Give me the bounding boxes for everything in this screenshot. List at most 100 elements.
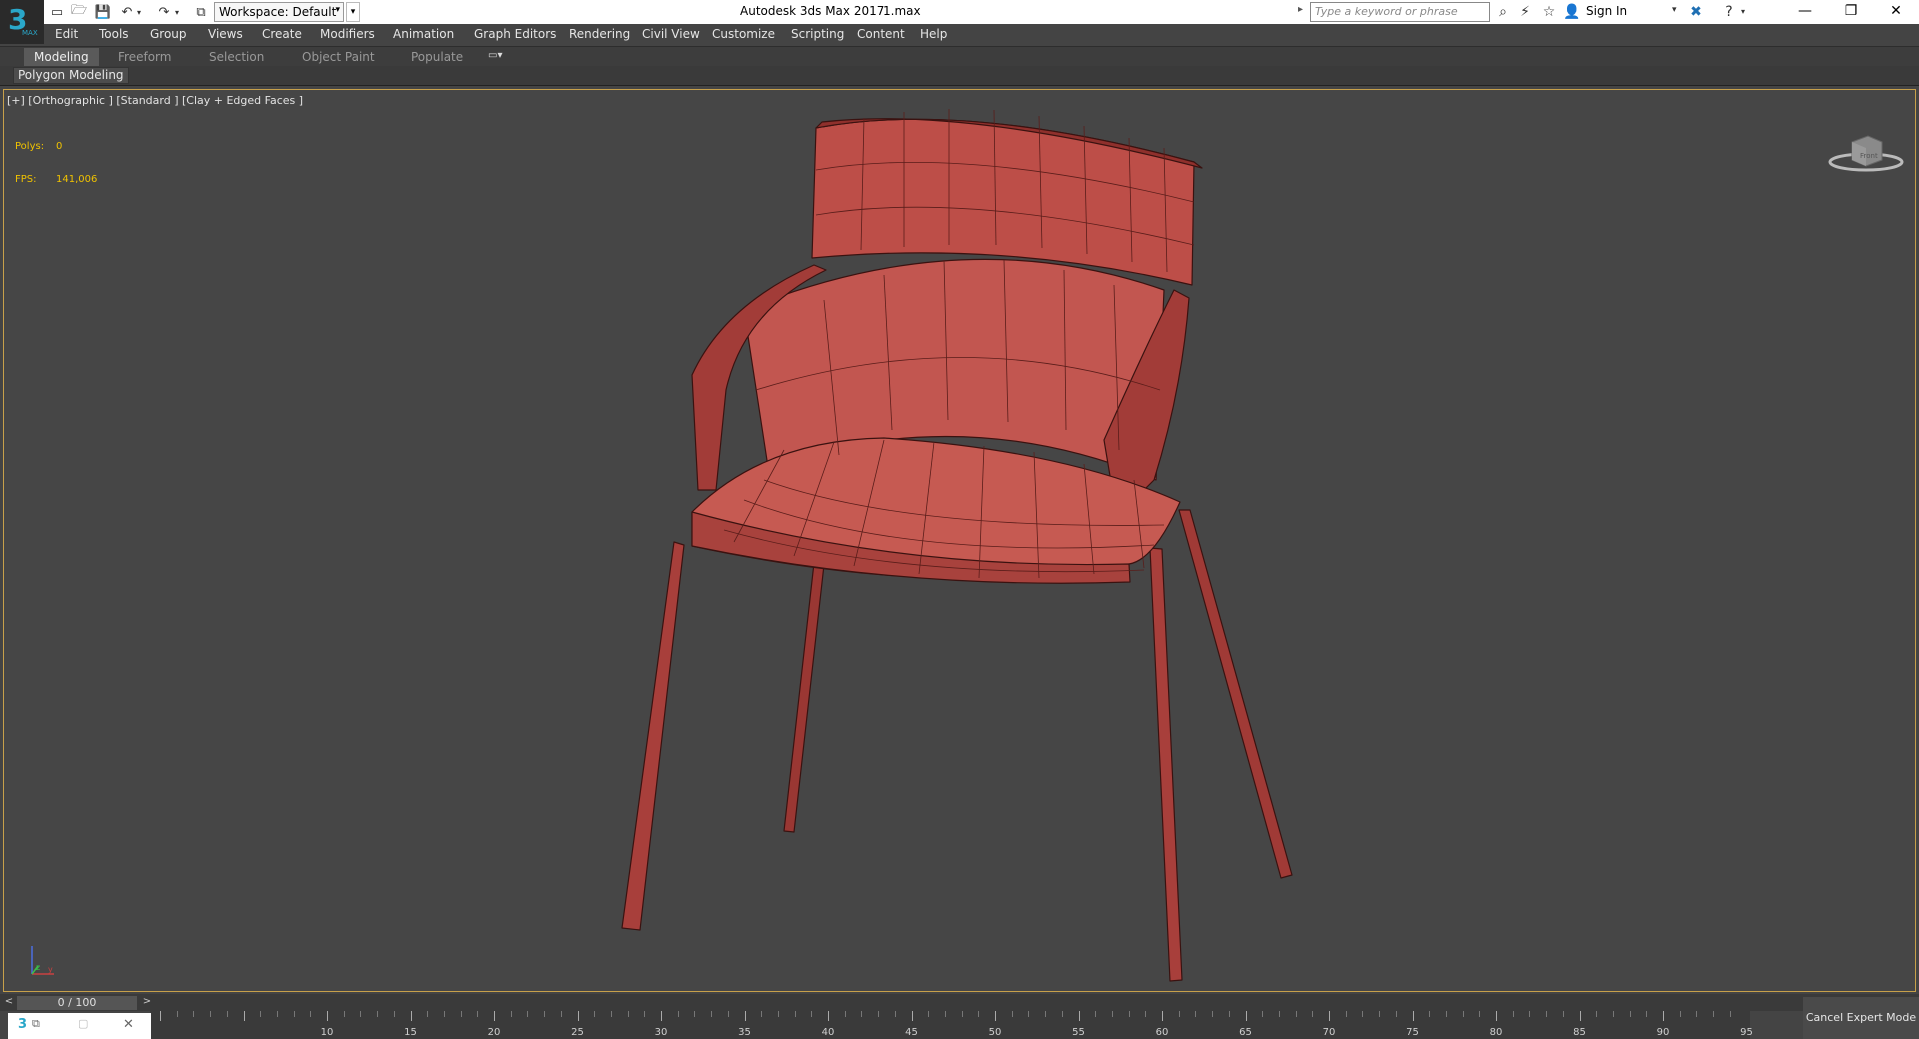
undo-dropdown-icon[interactable]: ▾ [134, 3, 144, 21]
exchange-apps-icon[interactable]: ✖ [1687, 3, 1705, 21]
search-input[interactable]: Type a keyword or phrase [1310, 2, 1490, 22]
timeline-tick [744, 1011, 746, 1021]
ribbon-minimize-toggle-icon[interactable]: ▭▾ [488, 50, 502, 61]
menu-item-group[interactable]: Group [150, 27, 187, 41]
timeline-tick [1329, 1011, 1330, 1021]
timeline-tick [1011, 1011, 1013, 1017]
menu-item-edit[interactable]: Edit [55, 27, 78, 41]
timeline-tick [1362, 1011, 1364, 1017]
app-taskbar-icon[interactable]: 3 [18, 1017, 27, 1032]
timeline-tick [460, 1011, 462, 1017]
search-expand-icon[interactable]: ▸ [1298, 4, 1303, 15]
close-preview-icon[interactable]: ✕ [123, 1017, 134, 1032]
window-title: Autodesk 3ds Max 2017 [740, 4, 885, 18]
menu-bar: Edit Tools Group Views Create Modifiers … [44, 24, 1919, 46]
open-file-icon[interactable]: 🗁 [70, 3, 88, 21]
tab-selection[interactable]: Selection [199, 48, 274, 66]
timeline-tick-label: 75 [1406, 1027, 1419, 1038]
window-copy-icon[interactable]: ⧉ [32, 1017, 40, 1031]
save-file-icon[interactable]: 💾 [94, 3, 112, 21]
minimize-button[interactable]: — [1782, 0, 1828, 24]
timeline-tick-label: 55 [1072, 1027, 1085, 1038]
timeline-tick [1462, 1011, 1464, 1017]
frame-display[interactable]: 0 / 100 [17, 996, 137, 1010]
chair-model[interactable] [4, 90, 1916, 992]
timeline-tick [1128, 1011, 1130, 1017]
timeline-tick [995, 1011, 996, 1021]
help-icon[interactable]: ? [1720, 3, 1738, 21]
redo-dropdown-icon[interactable]: ▾ [172, 3, 182, 21]
timeline-tick [644, 1011, 646, 1017]
timeline-tick [978, 1011, 980, 1017]
app-menu-button[interactable]: 3 MAX [0, 0, 44, 44]
svg-text:y: y [48, 965, 53, 974]
timeline-tick [1195, 1011, 1197, 1017]
project-folder-icon[interactable]: ⧉ [192, 3, 210, 21]
user-icon: 👤 [1563, 4, 1581, 20]
workspace-dropdown[interactable]: Workspace: Default ▾ [214, 2, 344, 22]
polygon-modeling-panel-tab[interactable]: Polygon Modeling [13, 67, 129, 84]
timeline-tick [1312, 1011, 1314, 1017]
timeline-tick [1212, 1011, 1214, 1017]
timeline-tick [1546, 1011, 1548, 1017]
timeline-tick [1496, 1011, 1497, 1021]
chair-leg-back-right [1178, 509, 1293, 879]
menu-item-animation[interactable]: Animation [393, 27, 454, 41]
new-file-icon[interactable]: ▭ [48, 3, 66, 21]
menu-item-graph-editors[interactable]: Graph Editors [474, 27, 556, 41]
viewcube[interactable]: Front [1828, 120, 1908, 180]
timeline-tick [1145, 1011, 1147, 1017]
customize-toolbar-icon[interactable]: ▾ [346, 2, 360, 22]
timeline-tick [1529, 1011, 1531, 1017]
timeline-tick [610, 1011, 612, 1017]
timeline-tick [1178, 1011, 1180, 1017]
timeline-tick [1295, 1011, 1297, 1017]
timeline-tick-label: 25 [571, 1027, 584, 1038]
menu-item-create[interactable]: Create [262, 27, 302, 41]
menu-item-civil-view[interactable]: Civil View [642, 27, 700, 41]
restore-button[interactable]: ❐ [1828, 0, 1874, 24]
menu-item-content[interactable]: Content [857, 27, 905, 41]
menu-item-tools[interactable]: Tools [99, 27, 129, 41]
timeline-tick [1345, 1011, 1347, 1017]
previous-frame-icon[interactable]: < [3, 996, 15, 1010]
tab-object-paint[interactable]: Object Paint [292, 48, 385, 66]
favorites-star-icon[interactable]: ☆ [1540, 3, 1558, 21]
timeline-tick [1612, 1011, 1614, 1017]
timeline-tick [1713, 1011, 1715, 1017]
timeline-tick [811, 1011, 813, 1017]
binoculars-icon[interactable]: ⌕ [1494, 3, 1512, 21]
timeline-tick-label: 20 [487, 1027, 501, 1038]
sign-in-link[interactable]: Sign In [1586, 4, 1627, 18]
chevron-down-icon[interactable]: ▾ [1738, 3, 1748, 21]
menu-item-views[interactable]: Views [208, 27, 243, 41]
ribbon-tab-bar: Modeling Freeform Selection Object Paint… [0, 46, 1919, 66]
menu-item-help[interactable]: Help [920, 27, 947, 41]
tab-populate[interactable]: Populate [401, 48, 473, 66]
communication-center-icon[interactable]: ⚡ [1516, 3, 1534, 21]
close-button[interactable]: ✕ [1873, 0, 1919, 24]
menu-item-rendering[interactable]: Rendering [569, 27, 630, 41]
timeline-tick [327, 1011, 328, 1021]
timeline-tick-label: 90 [1656, 1027, 1670, 1038]
redo-icon[interactable]: ↷ [155, 3, 173, 21]
title-bar: ▭ 🗁 💾 ↶ ▾ ↷ ▾ ⧉ Workspace: Default ▾ ▾ A… [0, 0, 1919, 24]
next-frame-icon[interactable]: > [141, 996, 153, 1010]
timeline-tick [1445, 1011, 1447, 1017]
timeline-tick [1512, 1011, 1514, 1017]
menu-item-customize[interactable]: Customize [712, 27, 775, 41]
tab-modeling[interactable]: Modeling [24, 48, 99, 66]
track-bar[interactable]: 101520253035404550556065707580859095100 [150, 1011, 1840, 1039]
perspective-viewport[interactable]: [+] [Orthographic ] [Standard ] [Clay + … [3, 89, 1916, 992]
timeline-tick [878, 1011, 880, 1017]
tab-freeform[interactable]: Freeform [108, 48, 181, 66]
menu-item-scripting[interactable]: Scripting [791, 27, 844, 41]
timeline-tick [243, 1011, 245, 1021]
cancel-expert-mode-button[interactable]: Cancel Expert Mode [1803, 997, 1919, 1039]
menu-item-modifiers[interactable]: Modifiers [320, 27, 375, 41]
timeline-tick [1278, 1011, 1280, 1017]
timeline-tick [527, 1011, 529, 1017]
chevron-down-icon[interactable]: ▾ [1672, 5, 1677, 15]
time-slider[interactable]: < 0 / 100 > [0, 994, 1919, 1011]
timeline-tick [210, 1011, 212, 1017]
